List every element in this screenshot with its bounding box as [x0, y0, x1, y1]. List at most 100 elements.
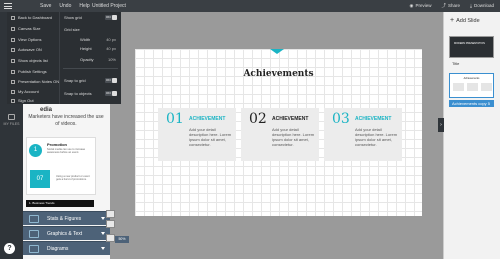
download-label: Download	[473, 3, 494, 8]
thumb-text: MODERN PRESENTATION	[454, 42, 485, 45]
category-label: Graphics & Text	[47, 231, 83, 237]
slide-thumb-1-label: Title	[452, 61, 460, 66]
show-grid-toggle[interactable]: ON	[105, 15, 117, 20]
top-menu: Save Undo Help	[40, 2, 90, 10]
snap-to-objects-label: Snap to objects	[64, 91, 92, 96]
card-title: ACHIEVEMENT	[355, 116, 392, 122]
add-slide-button[interactable]: + Add Slide	[450, 17, 480, 24]
download-icon: ⤓	[469, 3, 472, 8]
folder-icon[interactable]	[8, 114, 15, 120]
snap-to-grid-toggle[interactable]: ON	[105, 78, 117, 83]
download-button[interactable]: ⤓ Download	[470, 2, 494, 10]
height-label: Height	[80, 46, 92, 51]
width-value[interactable]: 40 px	[106, 37, 116, 43]
autosave-toggle[interactable]: ON	[36, 47, 42, 52]
category-label: Stats & Figures	[47, 216, 82, 222]
opacity-label: Opacity	[80, 57, 94, 62]
achievement-card-3[interactable]: 03 ACHIEVEMENT Add your detail descripti…	[324, 108, 402, 161]
menu-back-to-dashboard[interactable]: Back to Dashboard	[11, 15, 52, 21]
add-slide-label: Add Slide	[456, 18, 480, 24]
preview-box: 07	[30, 170, 50, 188]
share-button[interactable]: ⤴ Share	[441, 2, 460, 10]
top-bar: Save Undo Help Untitled Project ◉ Previe…	[0, 0, 500, 12]
menu-item-label: Sign Out	[18, 98, 34, 103]
slide-title[interactable]: Achievements	[135, 69, 422, 79]
save-menu[interactable]: Save	[40, 2, 51, 10]
zoom-level[interactable]: 50%	[115, 236, 129, 243]
card-title: ACHIEVEMENT	[272, 116, 309, 122]
menu-item-label: Back to Dashboard	[18, 15, 53, 20]
card-number: 01	[166, 111, 184, 127]
fit-button[interactable]	[106, 234, 115, 242]
hamburger-menu-icon[interactable]	[4, 3, 12, 9]
opacity-value[interactable]: 10%	[108, 57, 116, 63]
card-desc: Add your detail description here. Lorem …	[355, 127, 398, 147]
menu-item-label: Show objects list	[18, 58, 48, 63]
category-diagrams[interactable]: Diagrams	[23, 241, 110, 255]
thumb-card	[481, 83, 492, 91]
zoom-in-button[interactable]	[106, 210, 115, 218]
signout-icon	[11, 98, 15, 103]
menu-canvas-size[interactable]: Canvas Size	[11, 26, 40, 32]
diagrams-icon	[29, 245, 39, 253]
card-number: 02	[249, 111, 267, 127]
card-title: ACHIEVEMENT	[189, 116, 226, 122]
list-icon	[11, 58, 15, 63]
width-label: Width	[80, 37, 91, 42]
menu-autosave[interactable]: Autosave ON	[11, 47, 42, 53]
card-desc: Add your detail description here. Lorem …	[189, 127, 232, 147]
menu-presentation-notes[interactable]: Presentation Notes ON	[11, 79, 59, 85]
home-icon	[11, 15, 15, 20]
publish-icon	[11, 69, 15, 74]
panel-heading: edia	[40, 107, 53, 113]
notes-icon	[11, 79, 15, 84]
menu-item-label: Publish Settings	[18, 69, 47, 74]
menu-my-account[interactable]: My Account	[11, 89, 39, 95]
card-desc: Add your detail description here. Lorem …	[272, 127, 315, 147]
file-menu-dropdown: Back to Dashboard Canvas Size View Optio…	[7, 12, 59, 104]
achievement-card-1[interactable]: 01 ACHIEVEMENT Add your detail descripti…	[158, 108, 236, 161]
canvas-size-icon	[11, 26, 15, 31]
menu-sign-out[interactable]: Sign Out	[11, 98, 34, 104]
category-label: Diagrams	[47, 246, 69, 252]
category-graphics-text[interactable]: Graphics & Text	[23, 226, 110, 240]
help-button[interactable]: ?	[4, 243, 15, 254]
menu-item-label: View Options	[18, 37, 42, 42]
help-menu[interactable]: Help	[79, 2, 89, 10]
my-files-label[interactable]: MY FILES	[2, 122, 21, 126]
menu-publish-settings[interactable]: Publish Settings	[11, 69, 47, 75]
undo-menu[interactable]: Undo	[59, 2, 71, 10]
autosave-icon	[11, 47, 15, 52]
project-name[interactable]: Untitled Project	[92, 2, 126, 10]
height-value[interactable]: 40 px	[106, 46, 116, 52]
eye-icon: ◉	[409, 3, 414, 8]
snap-to-grid-label: Snap to grid	[64, 78, 86, 83]
collapse-pane-button[interactable]: ›	[438, 118, 444, 132]
thumb-card	[453, 83, 464, 91]
preview-circle: 1	[29, 144, 42, 157]
menu-item-label: Autosave	[18, 47, 35, 52]
panel-subtitle: Marketers have increased the use of vide…	[28, 114, 104, 127]
chevron-down-icon	[101, 217, 105, 220]
card-number: 03	[332, 111, 350, 127]
preview-button[interactable]: ◉ Preview	[410, 2, 432, 10]
plus-icon: +	[450, 17, 455, 24]
menu-show-objects-list[interactable]: Show objects list	[11, 58, 48, 64]
achievement-card-2[interactable]: 02 ACHIEVEMENT Add your detail descripti…	[241, 108, 319, 161]
menu-view-options[interactable]: View Options	[11, 37, 42, 43]
chevron-down-icon	[101, 247, 105, 250]
chevron-down-icon	[101, 232, 105, 235]
preview-title: Promotion	[47, 142, 67, 147]
view-icon	[11, 37, 15, 42]
show-grid-label: Show grid	[64, 15, 82, 20]
stats-icon	[29, 215, 39, 223]
thumb-title: Achievements	[463, 77, 480, 80]
slide-thumb-1[interactable]: MODERN PRESENTATION	[449, 36, 494, 58]
graphics-icon	[29, 230, 39, 238]
slide-thumb-2[interactable]: Achievements	[449, 73, 494, 98]
snap-to-objects-toggle[interactable]: ON	[105, 91, 117, 96]
category-stats-figures[interactable]: Stats & Figures	[23, 211, 110, 225]
zoom-out-button[interactable]	[106, 220, 115, 228]
preview-label: Preview	[415, 3, 432, 8]
top-actions: ◉ Preview ⤴ Share ⤓ Download	[410, 2, 494, 10]
